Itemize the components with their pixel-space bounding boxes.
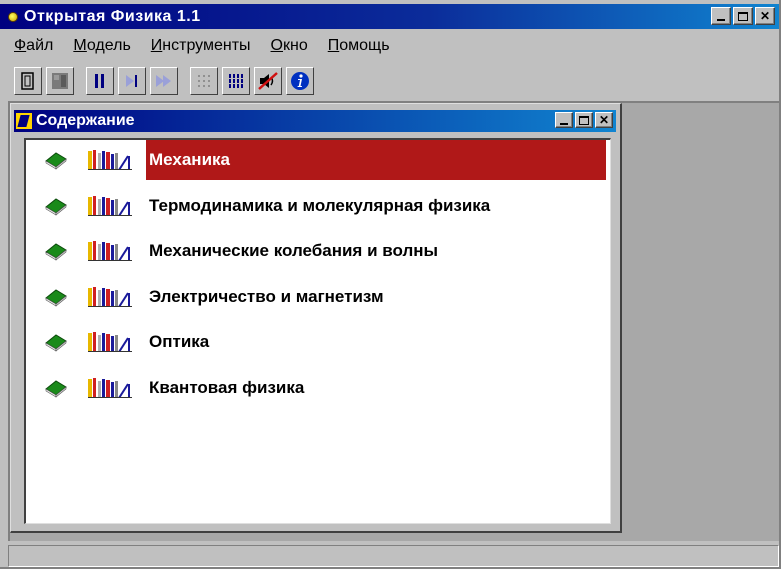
menu-help[interactable]: Помощь: [328, 37, 390, 55]
app-icon[interactable]: [8, 11, 18, 22]
maximize-button[interactable]: [733, 7, 753, 25]
topic-label: Механика: [146, 140, 606, 180]
topics-list: Механика Термодинамика и молекулярная физ…: [24, 138, 611, 524]
exit-button[interactable]: [14, 67, 42, 95]
maximize-icon: [738, 11, 748, 21]
bookshelf-icon: [88, 377, 132, 398]
book-icon: [45, 243, 67, 261]
pause-icon: [95, 74, 104, 88]
menu-model[interactable]: Модель: [73, 37, 130, 55]
book-icon: [45, 334, 67, 352]
topic-item[interactable]: Механика: [44, 140, 606, 180]
topic-label: Механические колебания и волны: [149, 241, 439, 260]
menu-tools[interactable]: Инструменты: [151, 37, 251, 55]
main-window: Открытая Физика 1.1 ✕ Файл Модель Инстру…: [0, 0, 781, 569]
close-button[interactable]: ✕: [755, 7, 775, 25]
run-button[interactable]: [46, 67, 74, 95]
grid-dense-button[interactable]: [222, 67, 250, 95]
contents-window: Содержание ✕ Механика Термодинамика и мол…: [10, 103, 622, 533]
close-icon: ✕: [598, 113, 610, 127]
bookshelf-icon: [88, 286, 132, 307]
title-bar[interactable]: Открытая Физика 1.1 ✕: [0, 4, 779, 29]
contents-close-button[interactable]: ✕: [595, 112, 613, 128]
menu-window[interactable]: Окно: [271, 37, 308, 55]
sound-off-icon: [258, 72, 278, 90]
book-icon: [45, 379, 67, 398]
minimize-icon: [560, 123, 568, 125]
minimize-icon: [717, 19, 725, 21]
grid-dense-icon: [229, 74, 243, 88]
topic-item[interactable]: Квантовая физика: [44, 368, 307, 408]
status-bar: [8, 545, 779, 567]
step-icon: [126, 75, 137, 87]
maximize-icon: [579, 115, 589, 125]
run-icon: [52, 73, 68, 89]
bookshelf-icon: [88, 195, 132, 216]
fast-forward-icon: [156, 75, 171, 87]
book-icon: [45, 288, 67, 307]
topic-item[interactable]: Оптика: [44, 322, 212, 362]
toolbar: [14, 64, 318, 98]
book-icon: [45, 197, 67, 216]
topic-item[interactable]: Электричество и магнетизм: [44, 277, 387, 317]
info-button[interactable]: [286, 67, 314, 95]
contents-window-title: Содержание: [36, 112, 135, 129]
topic-label: Квантовая физика: [149, 377, 305, 397]
bookshelf-icon: [88, 150, 132, 170]
topic-item[interactable]: Термодинамика и молекулярная физика: [44, 186, 493, 226]
menu-bar: Файл Модель Инструменты Окно Помощь: [0, 33, 396, 59]
grid-sparse-button[interactable]: [190, 67, 218, 95]
topic-label: Электричество и магнетизм: [149, 286, 384, 306]
workspace: Содержание ✕ Механика Термодинамика и мол…: [8, 101, 779, 541]
window-title: Открытая Физика 1.1: [24, 7, 201, 25]
pause-button[interactable]: [86, 67, 114, 95]
topic-label: Термодинамика и молекулярная физика: [149, 195, 491, 215]
grid-sparse-icon: [198, 75, 210, 87]
exit-icon: [21, 72, 34, 90]
menu-file[interactable]: Файл: [14, 37, 53, 55]
sound-off-button[interactable]: [254, 67, 282, 95]
minimize-button[interactable]: [711, 7, 731, 25]
contents-maximize-button[interactable]: [575, 112, 593, 128]
fast-forward-button[interactable]: [150, 67, 178, 95]
topic-item[interactable]: Механические колебания и волны: [44, 231, 441, 271]
bookshelf-icon: [88, 241, 132, 261]
info-icon: [291, 72, 309, 90]
contents-window-icon[interactable]: [16, 113, 32, 129]
close-icon: ✕: [759, 9, 771, 23]
contents-minimize-button[interactable]: [555, 112, 573, 128]
topic-label: Оптика: [149, 332, 210, 351]
step-button[interactable]: [118, 67, 146, 95]
bookshelf-icon: [88, 332, 132, 352]
contents-title-bar[interactable]: Содержание ✕: [14, 110, 616, 132]
book-icon: [45, 152, 67, 170]
